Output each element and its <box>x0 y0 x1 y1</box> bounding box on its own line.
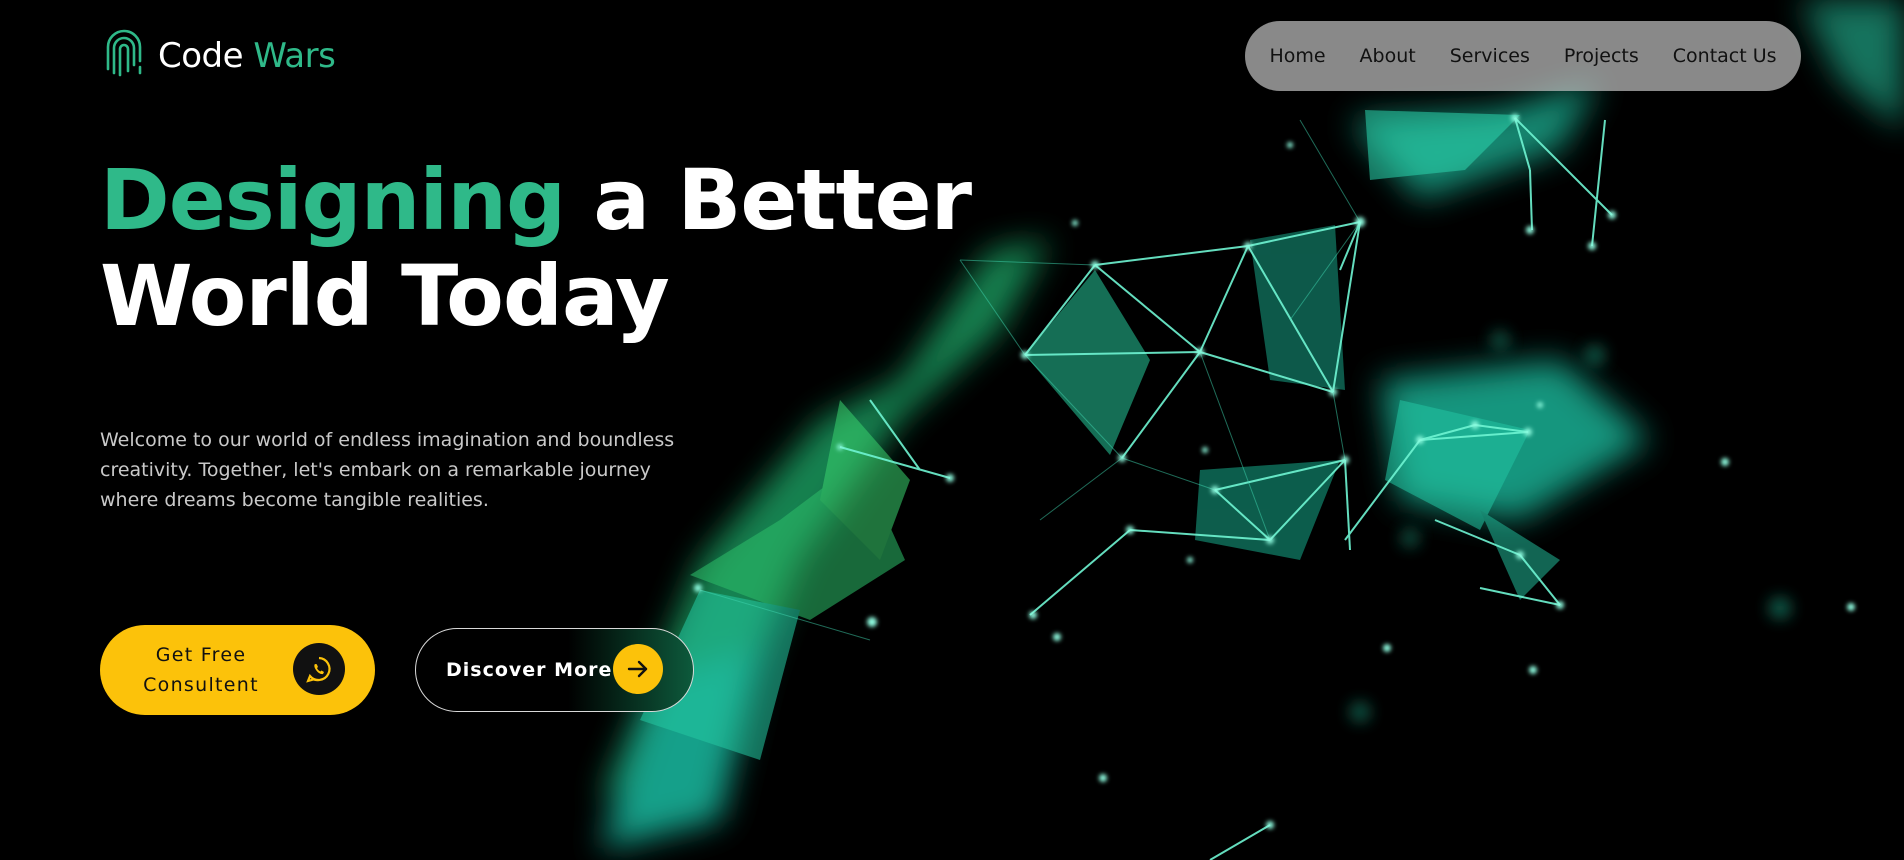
brand-name-part1: Code <box>158 36 244 76</box>
discover-more-label: Discover More <box>446 659 613 681</box>
brand-name-part2: Wars <box>253 36 336 76</box>
hero-headline-line2: World Today <box>100 247 670 345</box>
nav-item-projects[interactable]: Projects <box>1564 45 1639 67</box>
arrow-right-icon <box>613 644 663 694</box>
discover-more-button[interactable]: Discover More <box>415 628 694 712</box>
page: Code Wars Home About Services Projects C… <box>0 0 1904 860</box>
brand-logo[interactable]: Code Wars <box>100 29 336 83</box>
nav-item-about[interactable]: About <box>1360 45 1416 67</box>
primary-button-line1: Get Free <box>155 644 247 666</box>
fingerprint-logo-icon <box>100 29 148 83</box>
brand-name: Code Wars <box>158 36 336 76</box>
whatsapp-icon <box>293 643 345 695</box>
get-free-consultent-button[interactable]: Get Free Consultent <box>100 625 375 715</box>
hero-headline-line1-rest: a Better <box>565 151 972 249</box>
primary-button-line2: Consultent <box>143 674 259 696</box>
main-nav: Home About Services Projects Contact Us <box>1245 21 1801 91</box>
nav-item-home[interactable]: Home <box>1269 45 1325 67</box>
nav-item-services[interactable]: Services <box>1450 45 1530 67</box>
hero-intro-text: Welcome to our world of endless imaginat… <box>100 429 675 511</box>
hero-headline: Designing a Better World Today <box>100 151 972 345</box>
hero-headline-accent: Designing <box>100 151 566 249</box>
nav-item-contact-us[interactable]: Contact Us <box>1673 45 1777 67</box>
get-free-consultent-label: Get Free Consultent <box>130 640 272 700</box>
